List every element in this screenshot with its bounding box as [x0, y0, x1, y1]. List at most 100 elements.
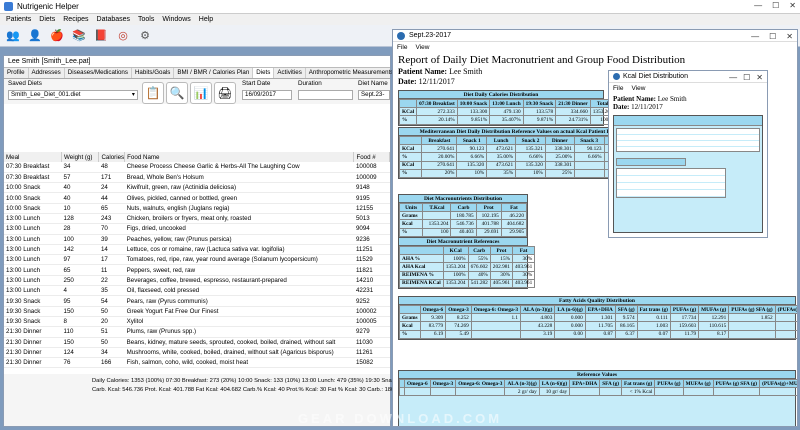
print-icon[interactable]: 🖨	[214, 82, 236, 104]
kcal-maximize-button[interactable]: ☐	[743, 73, 750, 82]
column-header[interactable]: Calories	[98, 152, 126, 162]
table-cell: 338.301	[544, 144, 575, 154]
report-maximize-button[interactable]: ☐	[769, 32, 776, 41]
table-row[interactable]: 19:30 Snack 150 50 Greek Yogurt Fat Free Ou…	[4, 306, 390, 317]
search-icon[interactable]: 🔍	[166, 82, 188, 104]
menu-view[interactable]: View	[631, 85, 645, 92]
table-row[interactable]: 21:30 Dinner 76 166 Fish, salmon, coho, wil…	[4, 357, 390, 369]
table-row: REIMENA % 100% 40% 30% 30%	[399, 270, 536, 280]
column-header[interactable]: Food #	[353, 152, 390, 162]
column-header[interactable]: Weight (g)	[61, 152, 100, 162]
table-row[interactable]: 19:30 Snack 95 54 Pears, raw (Pyrus communi…	[4, 295, 390, 307]
tab-diets[interactable]: Diets	[253, 68, 275, 78]
table-row[interactable]: 10:00 Snack 10 65 Nuts, walnuts, english (J…	[4, 203, 390, 214]
table-row[interactable]: 21:30 Dinner 110 51 Plums, raw (Prunus spp.…	[4, 326, 390, 338]
menu-file[interactable]: File	[397, 44, 407, 51]
report-titlebar: Sept.23-2017 — ☐ ✕	[393, 30, 797, 42]
table-row[interactable]: 13:00 Lunch 250 22 Beverages, coffee, brewe…	[4, 275, 390, 287]
menu-view[interactable]: View	[415, 44, 429, 51]
table-cell	[470, 329, 522, 339]
diet-name-label: Diet Name	[358, 80, 388, 87]
table-cell: 30%	[489, 270, 514, 280]
kcal-close-button[interactable]: ✕	[756, 73, 763, 82]
open-diet-icon[interactable]: 📋	[142, 82, 164, 104]
menu-recipes[interactable]: Recipes	[63, 16, 88, 23]
table-cell	[654, 387, 684, 397]
table-cell: Bread, Whole Ben's Holsum	[124, 172, 354, 184]
table-row[interactable]: 10:00 Snack 40 24 Kiwifruit, green, raw (Ac…	[4, 182, 390, 194]
table-row[interactable]: 10:00 Snack 40 44 Olives, pickled, canned o…	[4, 192, 390, 204]
food-icon[interactable]: 🍎	[48, 27, 66, 45]
add-patient-icon[interactable]: 👤	[26, 27, 44, 45]
table-cell: Cheese Process Cheese Garlic & Herbs-All…	[124, 162, 354, 173]
diet-name-field[interactable]: Sept.23-20	[358, 90, 390, 100]
goal-icon[interactable]: ◎	[114, 27, 132, 45]
column-header: LA (n-6)(g)	[538, 378, 571, 389]
menu-help[interactable]: Help	[199, 16, 213, 23]
menu-diets[interactable]: Diets	[39, 16, 55, 23]
table-row[interactable]: 13:00 Lunch 128 243 Chicken, broilers or fr…	[4, 213, 390, 225]
table-cell: 83.779	[419, 321, 447, 331]
duration-field[interactable]	[298, 90, 353, 100]
table-cell	[569, 387, 601, 397]
column-header: Omega-6: Omega-3	[470, 304, 522, 315]
table-cell	[759, 387, 797, 397]
minimize-button[interactable]: —	[754, 1, 762, 10]
table-cell: 70	[98, 223, 125, 235]
table-cell: 100009	[353, 172, 390, 184]
table-row[interactable]: 19:30 Snack 8 20 Xylitol 100005	[4, 316, 390, 328]
table-cell	[774, 321, 797, 331]
report-close-button[interactable]: ✕	[786, 32, 793, 41]
column-header[interactable]: Meal	[4, 152, 63, 162]
table-row[interactable]: 21:30 Dinner 150 50 Beans, kidney, mature s…	[4, 337, 390, 348]
table-row[interactable]: 07:30 Breakfast 34 48 Cheese Process Cheese…	[4, 162, 390, 173]
table-row[interactable]: 13:00 Lunch 4 35 Oil, flaxseed, cold presse…	[4, 285, 390, 297]
settings-icon[interactable]: ⚙	[136, 27, 154, 45]
table-cell: 40	[61, 192, 99, 204]
maximize-button[interactable]: ☐	[772, 1, 779, 10]
tab-profile[interactable]: Profile	[4, 68, 29, 78]
tab-diseases-medications[interactable]: Diseases/Medications	[65, 68, 132, 78]
table-cell: 19:30 Snack	[4, 295, 62, 307]
tab-activities[interactable]: Activities	[274, 68, 306, 78]
table-cell: 44	[98, 192, 125, 204]
table-cell: 150	[61, 306, 99, 317]
table-cell: 20.00%	[421, 152, 458, 162]
table-cell: 25.00%	[544, 152, 575, 162]
table-cell: 11529	[353, 254, 390, 266]
table-cell: Grams	[399, 313, 421, 323]
table-cell: 142	[61, 244, 99, 256]
start-date-field[interactable]: 16/09/2017	[242, 90, 292, 100]
chart-icon[interactable]: 📊	[190, 82, 212, 104]
table-row[interactable]: 13:00 Lunch 65 11 Peppers, sweet, red, raw 1…	[4, 264, 390, 276]
menu-file[interactable]: File	[613, 85, 623, 92]
table-row[interactable]: 13:00 Lunch 97 17 Tomatoes, red, ripe, raw,…	[4, 254, 390, 266]
table-cell: %	[398, 168, 423, 178]
close-button[interactable]: ✕	[789, 1, 796, 10]
menu-tools[interactable]: Tools	[138, 16, 154, 23]
menu-patients[interactable]: Patients	[6, 16, 31, 23]
tab-habits-goals[interactable]: Habits/Goals	[132, 68, 175, 78]
report-minimize-button[interactable]: —	[751, 32, 759, 41]
column-header[interactable]: Food Name	[124, 152, 355, 162]
database-icon[interactable]: 📚	[70, 27, 88, 45]
table-cell	[422, 211, 452, 221]
patients-icon[interactable]: 👥	[4, 27, 22, 45]
table-cell: 30%	[512, 254, 536, 264]
tab-addresses[interactable]: Addresses	[29, 68, 65, 78]
table-row[interactable]: 13:00 Lunch 142 14 Lettuce, cos or romaine,…	[4, 244, 390, 256]
patient-window: Lee Smith [Smith_Lee.pat] Profile Address…	[3, 55, 428, 427]
table-row[interactable]: 21:30 Dinner 124 34 Mushrooms, white, cooke…	[4, 347, 390, 359]
kcal-minimize-button[interactable]: —	[729, 73, 737, 82]
saved-diet-select[interactable]: Smith_Lee_Diet_001.diet ▾	[8, 90, 138, 100]
table-row: % 100 40.403 29.691 29.905	[398, 227, 528, 237]
menu-databases[interactable]: Databases	[97, 16, 130, 23]
table-row[interactable]: 07:30 Breakfast 57 171 Bread, Whole Ben's H…	[4, 172, 390, 184]
tab-anthropometric-measurements[interactable]: Anthropometric Measurements	[306, 68, 398, 78]
report-icon[interactable]: 📕	[92, 27, 110, 45]
table-cell: 159.603	[669, 321, 700, 331]
table-row[interactable]: 13:00 Lunch 100 39 Peaches, yellow, raw (Pr…	[4, 234, 390, 245]
menu-windows[interactable]: Windows	[162, 16, 190, 23]
table-row[interactable]: 13:00 Lunch 28 70 Figs, dried, uncooked 9094	[4, 223, 390, 235]
tab-bmi-bmr-calories-plan[interactable]: BMI / BMR / Calories Plan	[174, 68, 254, 78]
